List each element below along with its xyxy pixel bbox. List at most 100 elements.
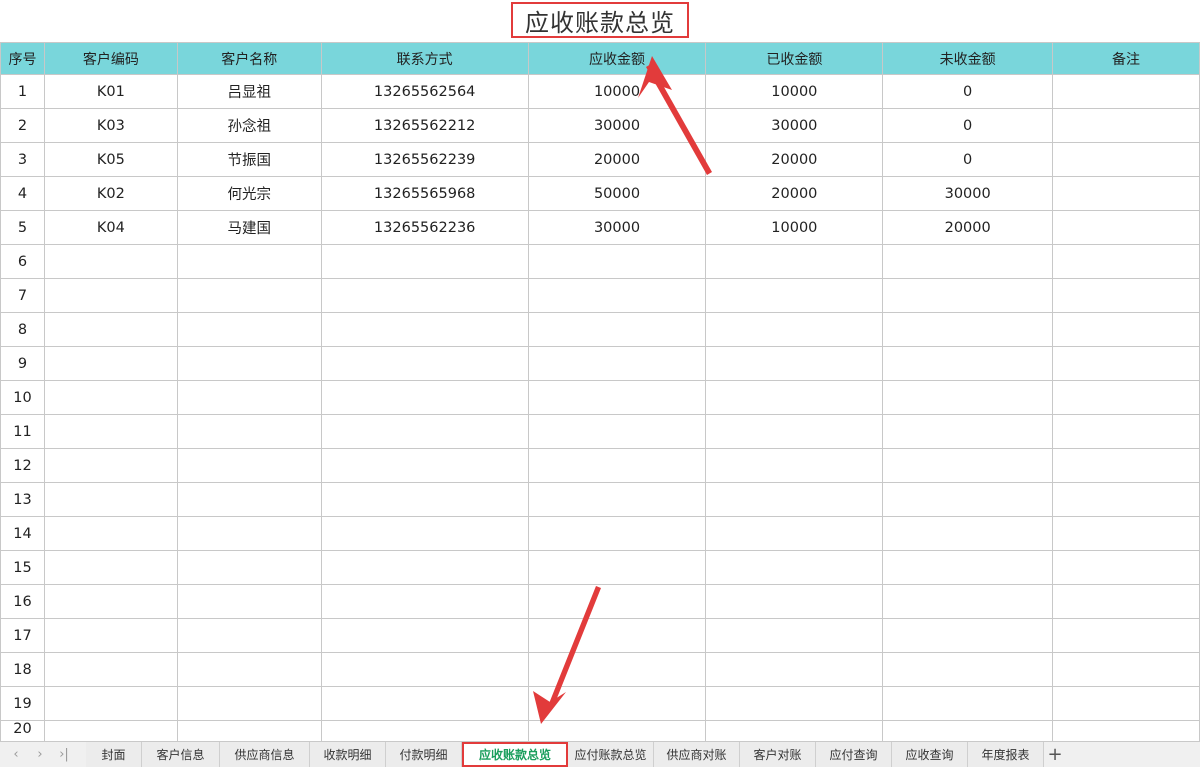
table-cell[interactable] — [176, 516, 322, 551]
table-cell[interactable] — [882, 516, 1054, 551]
row-number-cell[interactable]: 15 — [0, 550, 45, 585]
table-cell[interactable] — [527, 618, 707, 653]
table-cell[interactable] — [176, 244, 322, 279]
table-cell[interactable] — [882, 720, 1054, 742]
table-cell[interactable] — [1052, 482, 1200, 517]
table-cell[interactable] — [705, 618, 884, 653]
table-cell[interactable] — [1052, 618, 1200, 653]
table-cell[interactable] — [882, 482, 1054, 517]
table-cell[interactable]: 13265562239 — [320, 142, 529, 177]
table-cell[interactable] — [176, 618, 322, 653]
row-number-cell[interactable]: 16 — [0, 584, 45, 619]
table-cell[interactable] — [43, 482, 178, 517]
table-cell[interactable] — [43, 686, 178, 721]
table-cell[interactable] — [320, 312, 529, 347]
table-cell[interactable] — [43, 448, 178, 483]
table-cell[interactable] — [705, 448, 884, 483]
table-cell[interactable] — [882, 618, 1054, 653]
table-cell[interactable] — [705, 346, 884, 381]
row-number-cell[interactable]: 17 — [0, 618, 45, 653]
table-cell[interactable] — [176, 414, 322, 449]
table-cell[interactable]: 孙念祖 — [176, 108, 322, 143]
table-cell[interactable] — [882, 278, 1054, 313]
table-cell[interactable] — [320, 414, 529, 449]
table-cell[interactable] — [527, 720, 707, 742]
table-cell[interactable] — [176, 482, 322, 517]
table-cell[interactable] — [527, 652, 707, 687]
table-cell[interactable] — [1052, 720, 1200, 742]
table-cell[interactable] — [43, 414, 178, 449]
table-cell[interactable] — [527, 312, 707, 347]
column-header[interactable]: 客户编码 — [43, 42, 178, 75]
table-cell[interactable] — [176, 346, 322, 381]
table-cell[interactable] — [705, 652, 884, 687]
prev-sheet-icon[interactable]: ‹ — [4, 743, 28, 767]
table-cell[interactable] — [43, 278, 178, 313]
column-header[interactable]: 序号 — [0, 42, 45, 75]
table-cell[interactable]: 0 — [882, 142, 1054, 177]
table-cell[interactable] — [176, 652, 322, 687]
table-cell[interactable]: 10000 — [527, 74, 707, 109]
sheet-tab[interactable]: 应付查询 — [816, 742, 892, 767]
table-cell[interactable] — [176, 686, 322, 721]
table-cell[interactable] — [43, 652, 178, 687]
table-cell[interactable] — [882, 380, 1054, 415]
table-cell[interactable] — [1052, 176, 1200, 211]
row-number-cell[interactable]: 14 — [0, 516, 45, 551]
table-cell[interactable] — [43, 380, 178, 415]
row-number-cell[interactable]: 18 — [0, 652, 45, 687]
table-cell[interactable] — [882, 550, 1054, 585]
table-cell[interactable]: 20000 — [705, 142, 884, 177]
sheet-tab[interactable]: 年度报表 — [968, 742, 1044, 767]
sheet-tab[interactable]: 应付账款总览 — [568, 742, 654, 767]
last-sheet-icon[interactable]: ›| — [52, 743, 76, 767]
table-cell[interactable] — [1052, 346, 1200, 381]
table-cell[interactable]: 30000 — [527, 108, 707, 143]
row-number-cell[interactable]: 12 — [0, 448, 45, 483]
table-cell[interactable]: K03 — [43, 108, 178, 143]
table-cell[interactable] — [1052, 652, 1200, 687]
sheet-tab[interactable]: 付款明细 — [386, 742, 462, 767]
row-number-cell[interactable]: 3 — [0, 142, 45, 177]
table-cell[interactable] — [1052, 686, 1200, 721]
sheet-tab[interactable]: 应收账款总览 — [462, 742, 568, 767]
table-cell[interactable]: K01 — [43, 74, 178, 109]
table-cell[interactable] — [1052, 550, 1200, 585]
row-number-cell[interactable]: 8 — [0, 312, 45, 347]
sheet-tab[interactable]: 供应商信息 — [220, 742, 310, 767]
table-cell[interactable] — [882, 414, 1054, 449]
table-cell[interactable] — [527, 516, 707, 551]
table-cell[interactable] — [882, 448, 1054, 483]
table-cell[interactable] — [320, 720, 529, 742]
table-cell[interactable] — [705, 414, 884, 449]
table-cell[interactable] — [43, 550, 178, 585]
table-cell[interactable] — [320, 652, 529, 687]
table-cell[interactable] — [527, 244, 707, 279]
table-cell[interactable] — [176, 380, 322, 415]
table-cell[interactable] — [882, 686, 1054, 721]
table-cell[interactable]: K04 — [43, 210, 178, 245]
table-cell[interactable] — [176, 720, 322, 742]
column-header[interactable]: 未收金额 — [882, 42, 1054, 75]
table-cell[interactable] — [1052, 516, 1200, 551]
table-cell[interactable] — [43, 516, 178, 551]
table-cell[interactable] — [43, 244, 178, 279]
table-cell[interactable] — [320, 278, 529, 313]
row-number-cell[interactable]: 13 — [0, 482, 45, 517]
row-number-cell[interactable]: 6 — [0, 244, 45, 279]
row-number-cell[interactable]: 20 — [0, 720, 45, 742]
table-cell[interactable] — [176, 550, 322, 585]
table-cell[interactable]: 13265562212 — [320, 108, 529, 143]
next-sheet-icon[interactable]: › — [28, 743, 52, 767]
row-number-cell[interactable]: 5 — [0, 210, 45, 245]
table-cell[interactable] — [527, 584, 707, 619]
sheet-tab[interactable]: 收款明细 — [310, 742, 386, 767]
table-cell[interactable] — [43, 584, 178, 619]
table-cell[interactable]: 0 — [882, 74, 1054, 109]
table-cell[interactable] — [705, 686, 884, 721]
table-cell[interactable]: 10000 — [705, 210, 884, 245]
table-cell[interactable] — [1052, 448, 1200, 483]
table-cell[interactable] — [43, 720, 178, 742]
table-cell[interactable] — [705, 584, 884, 619]
table-cell[interactable]: 30000 — [527, 210, 707, 245]
